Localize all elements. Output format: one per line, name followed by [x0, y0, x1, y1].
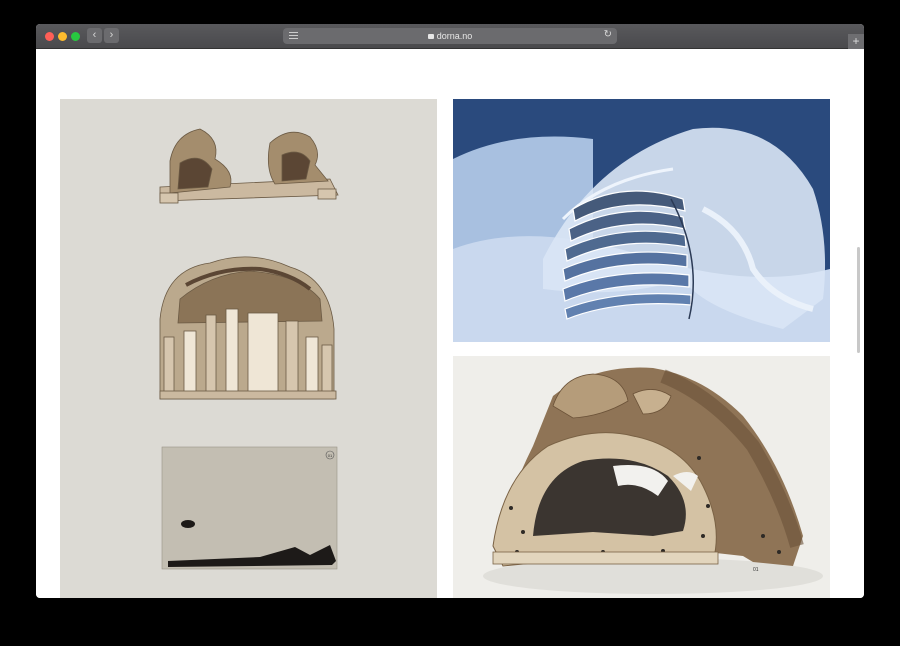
- browser-titlebar: ‹ › dorna.no ↻ +: [36, 24, 864, 49]
- gallery-image-ice[interactable]: [453, 99, 830, 342]
- reload-icon[interactable]: ↻: [604, 29, 612, 40]
- close-window-icon[interactable]: [45, 32, 54, 41]
- page-content: 01 01: [36, 49, 864, 598]
- url-text: dorna.no: [283, 30, 617, 42]
- browser-window: ‹ › dorna.no ↻ + 01 01: [36, 24, 864, 598]
- minimize-window-icon[interactable]: [58, 32, 67, 41]
- maximize-window-icon[interactable]: [71, 32, 80, 41]
- section-arch: [159, 256, 337, 400]
- new-tab-button[interactable]: +: [848, 34, 864, 49]
- forward-button[interactable]: ›: [104, 28, 119, 43]
- ice-sculpture-image: [453, 99, 830, 342]
- gallery-image-model[interactable]: 01: [453, 356, 830, 598]
- sheet-number: 01: [328, 453, 333, 458]
- sculpture-sections-image: 01: [159, 128, 339, 570]
- page-scrollbar[interactable]: [857, 247, 860, 353]
- address-bar[interactable]: dorna.no ↻: [283, 28, 617, 44]
- section-top: [159, 128, 339, 204]
- laser-cut-model-image: 01: [453, 356, 830, 598]
- gallery-image-left[interactable]: 01: [60, 99, 437, 598]
- back-button[interactable]: ‹: [87, 28, 102, 43]
- section-card: 01: [161, 446, 338, 570]
- model-number: 01: [753, 567, 759, 573]
- lock-icon: [427, 34, 434, 39]
- url-label: dorna.no: [436, 31, 473, 41]
